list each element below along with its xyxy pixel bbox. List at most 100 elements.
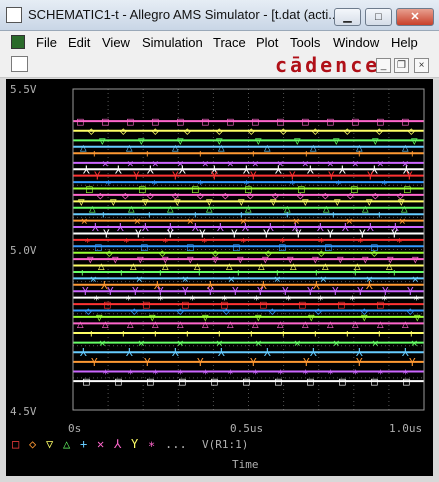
trace-marker: ⅄ [274,163,282,176]
trace-marker: ◇ [371,247,378,260]
trace-marker: △ [258,260,265,273]
plot-window: □ □ □ □ □ □ □ □ □ □ □ □ □ □ ◇ ◇ ◇ ◇ ◇ ◇ ◇ ◇ ◇ ◇ ◇ ▽ ▽ ▽ ▽ ▽ ▽ ▽ ▽ ▽ △ △ △ △ △ △… [6,79,433,476]
trace-marker: ∗ [162,234,169,247]
legend-symbol: □ [12,437,19,451]
trace-marker: ⅄ [171,346,179,359]
trace-marker: + [312,327,319,340]
menu-help[interactable]: Help [391,35,418,50]
menu-tools[interactable]: Tools [290,35,320,50]
window-title: SCHEMATIC1-t - Allegro AMS Simulator - [… [28,7,340,22]
trace-marker: Y [132,285,139,298]
trace-marker: ∗ [201,234,208,247]
menu-file[interactable]: File [36,35,57,50]
menu-view[interactable]: View [102,35,130,50]
trace-marker: □ [127,115,134,128]
close-button[interactable]: ✕ [396,8,434,26]
trace-marker: △ [128,202,135,215]
trace-marker: ◇ [247,189,254,202]
trace-marker: Y [332,285,339,298]
trace-marker: □ [404,183,411,196]
trace-marker: ◇ [88,125,95,138]
cadence-logo: cādence [275,53,381,77]
mdi-minimize-button[interactable]: _ [376,58,391,73]
trace-marker: Y [207,285,214,298]
trace-marker: ▽ [337,253,344,266]
trace-marker: ⅄ [242,163,250,176]
trace-marker: ∗ [157,292,164,305]
trace-marker: ∗ [335,176,342,189]
trace-marker: □ [327,115,334,128]
trace-marker: ✕ [99,337,106,350]
trace-marker: ▽ [372,134,379,147]
trace-marker: □ [302,115,309,128]
trace-marker: Y [250,170,257,183]
trace-legend[interactable]: □ ◇ ▽ △ + ✕ ⅄ Y ∗... [12,437,187,451]
schematic-icon[interactable] [11,56,28,72]
trace-marker: ✕ [377,157,384,170]
trace-marker: ⅄ [309,346,317,359]
trace-marker: □ [179,375,186,388]
trace-marker: + [352,266,359,279]
trace-marker: + [313,266,320,279]
menu-trace[interactable]: Trace [213,35,246,50]
trace-marker: △ [227,317,234,330]
trace-marker: ▽ [110,195,117,208]
x-axis-label: Time [232,458,259,471]
trace-marker: + [280,327,287,340]
app-icon [6,7,22,23]
trace-marker: ▽ [361,311,368,324]
trace-marker: △ [218,141,225,154]
trace-marker: ◇ [344,125,351,138]
trace-marker: ∗ [413,292,420,305]
trace-marker: ⅄ [125,346,133,359]
trace-marker: ◇ [248,125,255,138]
trace-marker: + [284,208,291,221]
trace-marker: △ [226,260,233,273]
trace-marker: ◇ [184,125,191,138]
trace-marker: □ [275,375,282,388]
trace-marker: ▽ [270,195,277,208]
trace-marker: △ [362,202,369,215]
document-icon[interactable] [11,35,25,49]
trace-marker: + [79,266,86,279]
trace-marker: Y [328,170,335,183]
trace-marker: Y [135,227,142,240]
trace-group: □ □ □ □ □ □ □ □ □ □ □ □ □ □◇ ◇ ◇ ◇ ◇ ◇ ◇ ◇ ◇ ◇ ◇▽ ▽ ▽ ▽ ▽ ▽ ▽ ▽ ▽△ △ △ △ △ △… [73,115,424,388]
trace-marker: Y [94,170,101,183]
trace-marker: ∗ [227,365,234,378]
trace-marker: Y [82,285,89,298]
y-tick-label: 5.5V [10,83,37,96]
waveform-plot[interactable]: □ □ □ □ □ □ □ □ □ □ □ □ □ □◇ ◇ ◇ ◇ ◇ ◇ ◇ ◇ ◇ ◇ ◇▽ ▽ ▽ ▽ ▽ ▽ ▽ ▽ ▽△ △ △ △ △ △… [6,79,433,476]
trace-marker: Y [133,170,140,183]
trace-marker: Y [182,285,189,298]
trace-marker: △ [167,202,174,215]
trace-marker: ▽ [142,195,149,208]
trace-marker: ▽ [414,311,421,324]
trace-marker: ⅄ [216,221,224,234]
trace-marker: ∗ [240,234,247,247]
minimize-button[interactable]: ▁ [334,8,361,26]
menu-plot[interactable]: Plot [256,35,278,50]
trace-marker: ∗ [127,365,134,378]
trace-marker: ◇ [122,189,129,202]
trace-marker: □ [143,298,150,311]
trace-marker: ▽ [212,253,219,266]
trace-marker: ✕ [320,272,327,285]
trace-marker: ⅄ [141,221,149,234]
trace-marker: ▽ [237,253,244,266]
menu-window[interactable]: Window [333,35,379,50]
trace-marker: ∗ [396,234,403,247]
mdi-restore-button[interactable]: ❐ [394,58,409,73]
maximize-button[interactable]: □ [365,8,392,26]
trace-marker: Y [144,356,151,369]
trace-marker: □ [325,240,332,253]
trace-marker: ✕ [294,337,301,350]
menu-simulation[interactable]: Simulation [142,35,203,50]
trace-marker: □ [403,375,410,388]
trace-marker: ◇ [269,304,276,317]
menu-edit[interactable]: Edit [68,35,90,50]
trace-marker: □ [147,375,154,388]
trace-marker: □ [211,375,218,388]
mdi-close-button[interactable]: × [414,58,429,73]
trace-marker: ▽ [238,195,245,208]
